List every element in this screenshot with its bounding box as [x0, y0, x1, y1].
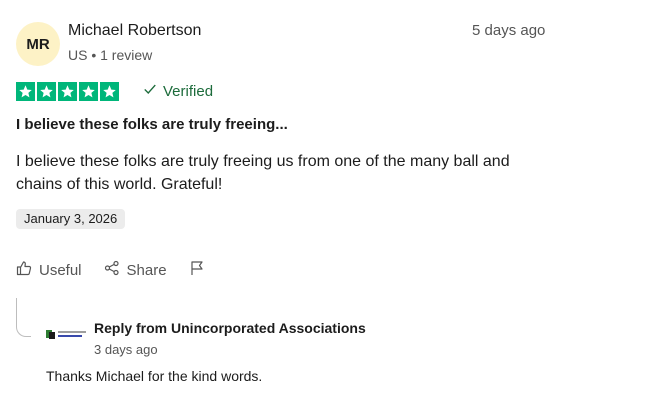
reviewer-name[interactable]: Michael Robertson [68, 22, 201, 40]
useful-button[interactable]: Useful [16, 260, 82, 280]
flag-icon [189, 260, 205, 280]
star-icon [37, 82, 56, 101]
verified-badge[interactable]: Verified [143, 82, 213, 100]
experience-date-badge: January 3, 2026 [16, 209, 126, 229]
review-date: 5 days ago [472, 22, 546, 39]
share-label: Share [126, 261, 167, 279]
thumbs-up-icon [16, 260, 32, 280]
star-icon [58, 82, 77, 101]
avatar: MR [16, 22, 60, 66]
star-rating [16, 82, 119, 101]
reply-date: 3 days ago [94, 342, 158, 357]
reply-from-heading: Reply from Unincorporated Associations [94, 320, 366, 336]
verified-label: Verified [163, 82, 214, 100]
review-title[interactable]: I believe these folks are truly freeing.… [16, 116, 288, 133]
review-body: I believe these folks are truly freeing … [16, 153, 510, 193]
star-icon [16, 82, 35, 101]
star-icon [100, 82, 119, 101]
reply-text: Thanks Michael for the kind words. [46, 368, 263, 384]
share-icon [104, 260, 120, 280]
star-icon [79, 82, 98, 101]
avatar-initials: MR [26, 35, 50, 53]
reviewer-meta: US • 1 review [68, 47, 153, 63]
share-button[interactable]: Share [104, 260, 167, 280]
review-actions: Useful Share [16, 260, 205, 280]
flag-button[interactable] [189, 260, 205, 280]
check-icon [143, 82, 157, 100]
reply-connector [16, 298, 31, 337]
useful-label: Useful [39, 261, 82, 279]
company-logo [46, 327, 88, 341]
